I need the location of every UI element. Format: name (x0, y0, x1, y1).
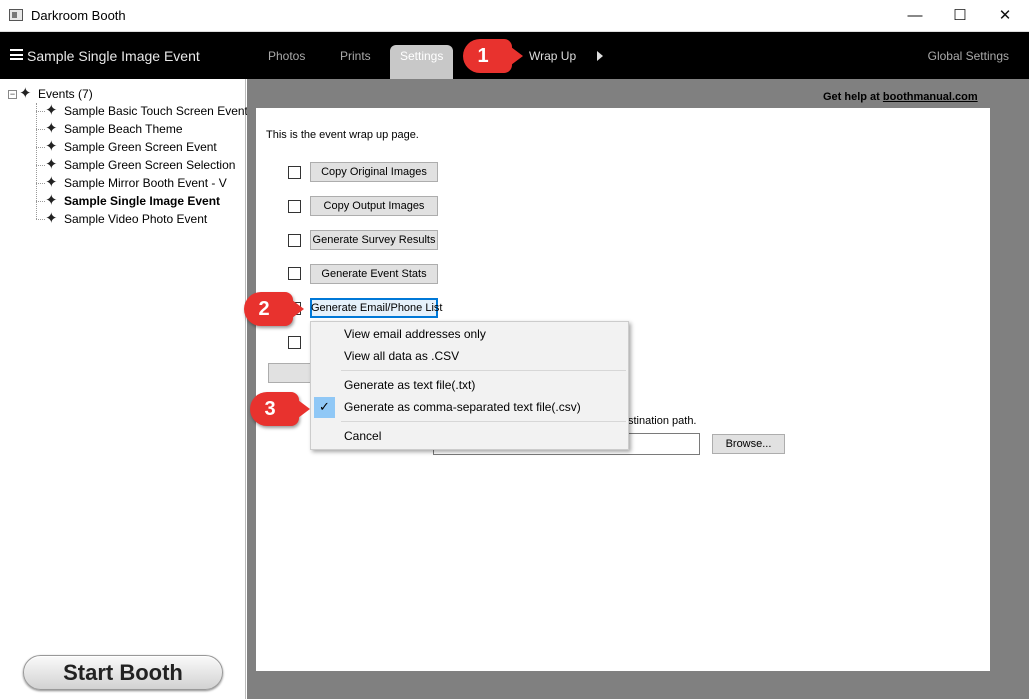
callout-number: 1 (477, 45, 489, 67)
copy-output-images-button[interactable]: Copy Output Images (310, 196, 438, 216)
event-icon (45, 209, 61, 227)
nav-next-arrow-icon[interactable] (597, 51, 603, 61)
browse-button[interactable]: Browse... (712, 434, 785, 454)
minimize-button[interactable]: — (892, 0, 938, 31)
survey-results-checkbox[interactable] (288, 234, 301, 247)
tree-root-events[interactable]: − Events (7) (8, 84, 93, 102)
menu-item-cancel[interactable]: Cancel (311, 426, 628, 446)
intro-text: This is the event wrap up page. (266, 129, 419, 141)
tab-wrap-up[interactable]: Wrap Up (529, 49, 576, 63)
menu-item-generate-txt[interactable]: Generate as text file(.txt) (311, 375, 628, 395)
generate-email-phone-list-button[interactable]: Generate Email/Phone List (310, 298, 442, 318)
help-prefix: Get help at (823, 91, 883, 103)
tab-prints[interactable]: Prints (340, 49, 371, 63)
tree-item-event[interactable]: Sample Beach Theme (36, 119, 183, 138)
hamburger-menu-icon[interactable] (10, 49, 23, 60)
menu-item-view-email[interactable]: View email addresses only (311, 324, 628, 344)
copy-original-checkbox[interactable] (288, 166, 301, 179)
menu-separator (341, 370, 626, 371)
event-stats-checkbox[interactable] (288, 267, 301, 280)
copy-original-images-button[interactable]: Copy Original Images (310, 162, 438, 182)
generate-event-stats-button[interactable]: Generate Event Stats (310, 264, 438, 284)
event-icon (45, 191, 61, 209)
tree-item-event[interactable]: Sample Green Screen Selection (36, 155, 236, 174)
tree-item-label: Sample Basic Touch Screen Event (64, 104, 248, 118)
callout-3: 3 (250, 392, 310, 426)
help-link[interactable]: boothmanual.com (883, 91, 978, 103)
close-button[interactable]: ✕ (982, 0, 1028, 31)
tab-photos[interactable]: Photos (268, 49, 305, 63)
callout-number: 2 (258, 298, 270, 320)
event-icon (45, 173, 61, 191)
event-icon (45, 137, 61, 155)
title-bar: Darkroom Booth — ☐ ✕ (0, 0, 1029, 32)
destination-path-label: stination path. (628, 415, 697, 427)
menu-item-view-csv[interactable]: View all data as .CSV (311, 346, 628, 366)
tree-item-label: Sample Single Image Event (64, 194, 221, 208)
event-tree-panel: − Events (7) Sample Basic Touch Screen E… (0, 79, 248, 699)
callout-1: 1 (463, 39, 523, 73)
tree-collapse-icon[interactable]: − (8, 89, 17, 99)
email-list-context-menu: View email addresses only View all data … (310, 321, 629, 450)
tree-item-event[interactable]: Sample Basic Touch Screen Event (36, 101, 248, 120)
event-icon (45, 155, 61, 173)
menu-item-generate-csv[interactable]: Generate as comma-separated text file(.c… (311, 397, 628, 417)
tree-item-event[interactable]: Sample Green Screen Event (36, 137, 217, 156)
extra-option-checkbox[interactable] (288, 336, 301, 349)
tree-item-label: Sample Green Screen Selection (64, 158, 236, 172)
generate-survey-results-button[interactable]: Generate Survey Results (310, 230, 438, 250)
menu-separator (341, 421, 626, 422)
event-icon (45, 119, 61, 137)
callout-number: 3 (264, 398, 276, 420)
help-text: Get help at boothmanual.com (823, 91, 978, 103)
tree-item-event[interactable]: Sample Mirror Booth Event - V (36, 173, 227, 192)
start-booth-button[interactable]: Start Booth (23, 655, 223, 690)
global-settings-link[interactable]: Global Settings (928, 49, 1009, 63)
event-title: Sample Single Image Event (27, 48, 200, 64)
tree-item-event-selected[interactable]: Sample Single Image Event (36, 191, 221, 210)
tree-item-label: Sample Video Photo Event (64, 212, 208, 226)
tab-settings[interactable]: Settings (390, 45, 454, 79)
copy-output-checkbox[interactable] (288, 200, 301, 213)
tree-item-event[interactable]: Sample Video Photo Event (36, 209, 208, 228)
app-icon (9, 9, 23, 21)
tree-item-label: Sample Green Screen Event (64, 140, 217, 154)
maximize-button[interactable]: ☐ (937, 0, 983, 31)
tree-root-label: Events (7) (38, 87, 93, 101)
events-folder-icon (19, 84, 35, 102)
event-icon (45, 101, 61, 119)
tree-item-label: Sample Mirror Booth Event - V (64, 176, 227, 190)
window-title: Darkroom Booth (31, 8, 126, 23)
callout-2: 2 (244, 292, 304, 326)
tree-item-label: Sample Beach Theme (64, 122, 183, 136)
